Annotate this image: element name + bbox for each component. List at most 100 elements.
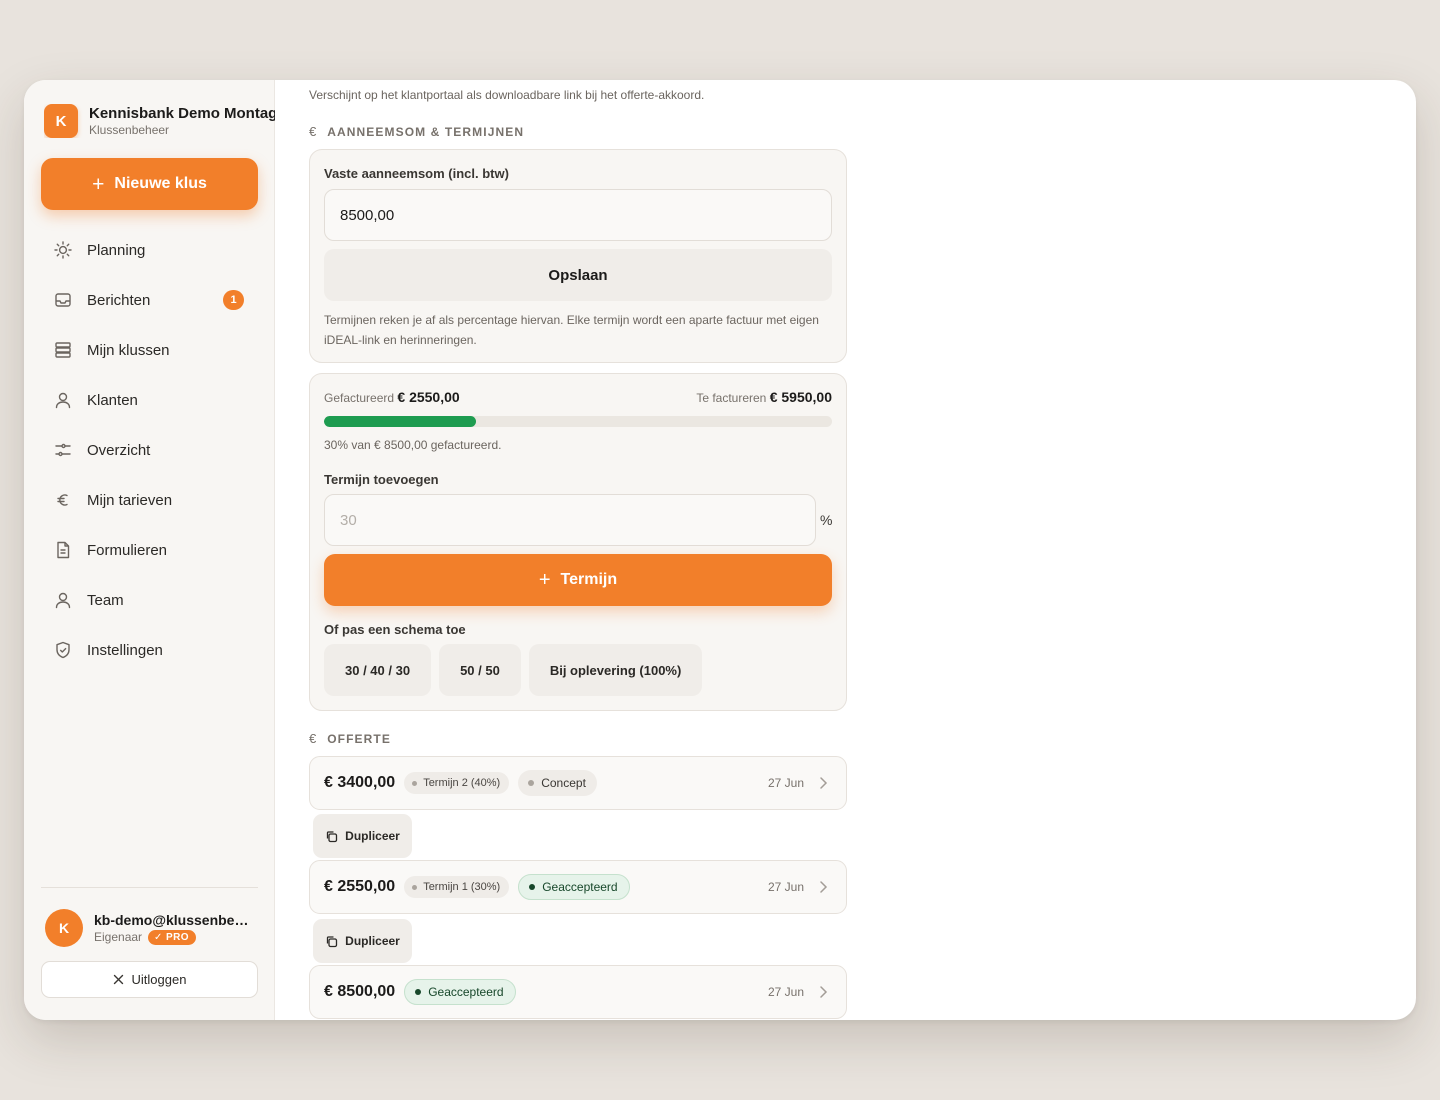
dot-icon bbox=[412, 780, 418, 786]
main-content: Verschijnt op het klantportaal als downl… bbox=[275, 80, 1416, 1020]
contract-amount-input[interactable]: 8500,00 bbox=[324, 189, 832, 241]
sidebar-item-planning[interactable]: Planning bbox=[41, 225, 258, 275]
add-term-button[interactable]: + Termijn bbox=[324, 554, 832, 606]
add-term-button-label: Termijn bbox=[560, 571, 618, 588]
offer-row[interactable]: € 8500,00 Geaccepteerd 27 Jun bbox=[309, 965, 847, 1019]
sidebar-item-berichten[interactable]: Berichten 1 bbox=[41, 275, 258, 325]
sidebar-item-label: Mijn klussen bbox=[87, 341, 170, 359]
contract-card: Vaste aanneemsom (incl. btw) 8500,00 Ops… bbox=[309, 149, 847, 363]
sidebar-item-overzicht[interactable]: Overzicht bbox=[41, 425, 258, 475]
user-card[interactable]: K kb-demo@klussenbeheer.nl Eigenaar ✓ PR… bbox=[45, 909, 255, 947]
save-button[interactable]: Opslaan bbox=[324, 249, 832, 301]
duplicate-button[interactable]: Dupliceer bbox=[313, 814, 412, 858]
duplicate-label: Dupliceer bbox=[345, 934, 400, 948]
offer-amount: € 8500,00 bbox=[324, 983, 396, 1000]
invoice-progress-bar bbox=[324, 416, 832, 427]
sidebar-item-label: Formulieren bbox=[87, 541, 168, 559]
section-title: OFFERTE bbox=[327, 731, 391, 746]
schema-label: Of pas een schema toe bbox=[324, 622, 466, 637]
brand-logo: K bbox=[44, 104, 78, 138]
portal-hint: Verschijnt op het klantportaal als downl… bbox=[309, 88, 705, 102]
user-role: Eigenaar bbox=[94, 930, 143, 944]
shield-check-icon bbox=[56, 641, 70, 659]
sidebar-item-mijn-tarieven[interactable]: Mijn tarieven bbox=[41, 475, 258, 525]
schema-button-30-40-30[interactable]: 30 / 40 / 30 bbox=[324, 644, 432, 696]
status-label: Geaccepteerd bbox=[542, 880, 618, 894]
schema-options: 30 / 40 / 30 50 / 50 Bij oplevering (100… bbox=[324, 644, 703, 696]
sidebar: K Kennisbank Demo Montage Klussenbeheer … bbox=[24, 80, 275, 1020]
sidebar-item-label: Mijn tarieven bbox=[87, 491, 173, 509]
offer-row[interactable]: € 2550,00 Termijn 1 (30%) Geaccepteerd 2… bbox=[309, 860, 847, 914]
dot-icon bbox=[528, 780, 535, 786]
document-icon bbox=[57, 541, 70, 559]
sidebar-item-label: Klanten bbox=[87, 391, 138, 409]
chevron-right-icon bbox=[820, 881, 828, 893]
sidebar-item-instellingen[interactable]: Instellingen bbox=[41, 625, 258, 675]
schema-button-oplevering[interactable]: Bij oplevering (100%) bbox=[528, 644, 703, 696]
divider bbox=[41, 887, 258, 888]
duplicate-label: Dupliceer bbox=[345, 829, 400, 843]
sidebar-nav: Planning Berichten 1 Mijn klussen Klante… bbox=[41, 225, 258, 675]
app-window: K Kennisbank Demo Montage Klussenbeheer … bbox=[24, 80, 1416, 1020]
term-pill: Termijn 2 (40%) bbox=[404, 772, 510, 794]
offer-amount: € 2550,00 bbox=[324, 878, 396, 895]
sliders-icon bbox=[55, 443, 71, 457]
to-invoice-label: Te factureren bbox=[696, 391, 767, 405]
brand-name: Kennisbank Demo Montage bbox=[89, 105, 275, 122]
plus-icon: + bbox=[92, 172, 105, 196]
section-title: AANNEEMSOM & TERMIJNEN bbox=[327, 124, 525, 139]
layers-icon bbox=[55, 342, 71, 358]
term-pill: Termijn 1 (30%) bbox=[404, 876, 510, 898]
offer-date: 27 Jun bbox=[767, 880, 804, 894]
sidebar-item-team[interactable]: Team bbox=[41, 575, 258, 625]
sidebar-item-label: Team bbox=[87, 591, 124, 609]
dot-icon bbox=[412, 884, 418, 890]
duplicate-button[interactable]: Dupliceer bbox=[313, 919, 412, 963]
offer-date: 27 Jun bbox=[767, 985, 804, 999]
status-badge: Concept bbox=[518, 770, 597, 796]
term-percentage-input[interactable]: 30 bbox=[324, 494, 816, 546]
contract-info: Termijnen reken je af als percentage hie… bbox=[324, 313, 819, 347]
invoiced-label: Gefactureerd bbox=[324, 391, 395, 405]
new-job-button[interactable]: + Nieuwe klus bbox=[41, 158, 258, 210]
sidebar-item-label: Berichten bbox=[87, 291, 151, 309]
sun-icon bbox=[54, 241, 72, 259]
brand[interactable]: K Kennisbank Demo Montage Klussenbeheer bbox=[44, 104, 275, 138]
user-email: kb-demo@klussenbeheer.nl bbox=[94, 911, 252, 928]
sidebar-item-formulieren[interactable]: Formulieren bbox=[41, 525, 258, 575]
sidebar-item-label: Planning bbox=[87, 241, 146, 259]
term-label: Termijn 1 (30%) bbox=[423, 881, 501, 893]
offer-amount: € 3400,00 bbox=[324, 774, 396, 791]
dot-icon bbox=[529, 884, 536, 890]
to-invoice-value: € 5950,00 bbox=[769, 389, 832, 405]
sidebar-item-label: Overzicht bbox=[87, 441, 151, 459]
schema-button-50-50[interactable]: 50 / 50 bbox=[439, 644, 521, 696]
user-icon bbox=[55, 592, 71, 609]
invoiced-value: € 2550,00 bbox=[397, 389, 460, 405]
logout-button[interactable]: Uitloggen bbox=[41, 961, 258, 998]
euro-icon: € bbox=[309, 731, 317, 746]
contract-label: Vaste aanneemsom (incl. btw) bbox=[324, 166, 509, 181]
sidebar-item-klanten[interactable]: Klanten bbox=[41, 375, 258, 425]
euro-icon bbox=[57, 494, 68, 506]
offer-row[interactable]: € 3400,00 Termijn 2 (40%) Concept 27 Jun bbox=[309, 756, 847, 810]
percent-sign: % bbox=[820, 512, 833, 528]
new-job-label: Nieuwe klus bbox=[114, 175, 207, 192]
brand-subtitle: Klussenbeheer bbox=[89, 123, 170, 137]
offer-date: 27 Jun bbox=[767, 776, 804, 790]
terms-card: Gefactureerd € 2550,00 Te factureren € 5… bbox=[309, 373, 847, 711]
invoice-summary: Gefactureerd € 2550,00 Te factureren € 5… bbox=[324, 389, 832, 405]
status-badge: Geaccepteerd bbox=[518, 874, 630, 900]
section-heading-quote: € OFFERTE bbox=[309, 731, 391, 746]
term-label: Termijn 2 (40%) bbox=[423, 777, 501, 789]
add-term-label: Termijn toevoegen bbox=[324, 472, 439, 487]
progress-fill bbox=[324, 416, 477, 427]
euro-icon: € bbox=[309, 124, 317, 139]
sidebar-item-mijn-klussen[interactable]: Mijn klussen bbox=[41, 325, 258, 375]
inbox-icon bbox=[55, 293, 71, 307]
plan-label: PRO bbox=[166, 931, 189, 943]
avatar: K bbox=[45, 909, 83, 947]
chevron-right-icon bbox=[820, 777, 828, 789]
copy-icon bbox=[327, 830, 338, 842]
progress-caption: 30% van € 8500,00 gefactureerd. bbox=[324, 438, 502, 452]
